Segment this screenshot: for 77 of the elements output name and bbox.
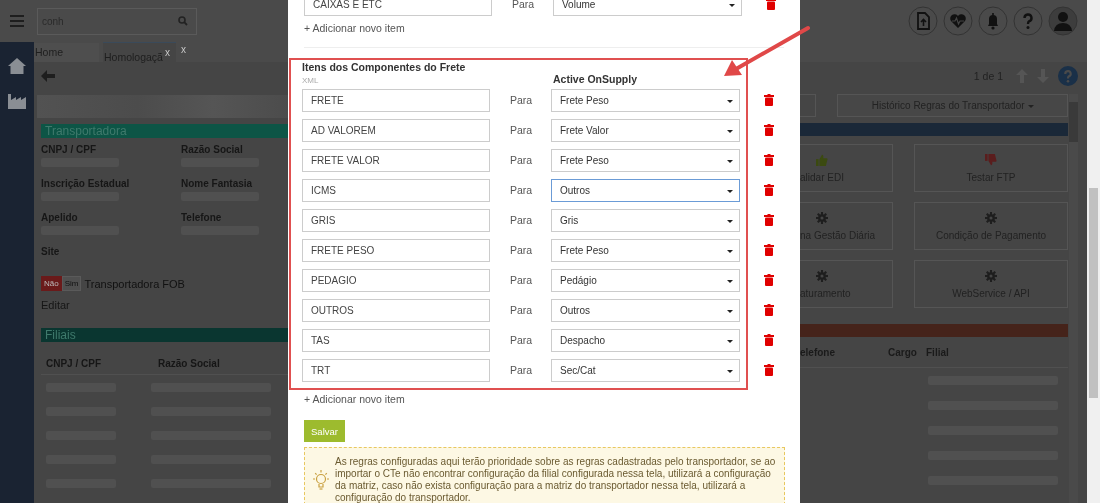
input-field[interactable]: TRT xyxy=(302,358,490,382)
scrollbar[interactable] xyxy=(1087,0,1100,503)
trash-icon[interactable] xyxy=(764,154,774,166)
section-title: Itens dos Componentes do Frete xyxy=(302,61,467,73)
trash-icon[interactable] xyxy=(764,364,774,376)
select-field[interactable]: Frete Valor xyxy=(551,118,740,142)
trash-icon[interactable] xyxy=(766,0,776,10)
trash-icon[interactable] xyxy=(764,304,774,316)
toggle-option[interactable]: Não xyxy=(41,276,62,291)
trash-icon[interactable] xyxy=(764,274,774,286)
para-label: Para xyxy=(509,274,534,286)
trash-icon[interactable] xyxy=(764,334,774,346)
select-field[interactable]: Pedágio xyxy=(551,268,740,292)
add-item-link[interactable]: + Adicionar novo item xyxy=(304,393,800,405)
gear-icon xyxy=(816,269,828,282)
para-label: Para xyxy=(509,124,534,136)
home-icon[interactable] xyxy=(7,57,27,75)
caret-icon xyxy=(727,339,733,343)
column-label: Active OnSupply xyxy=(553,73,637,85)
input-field[interactable]: CAIXAS E ETC xyxy=(304,0,492,16)
para-label: Para xyxy=(511,0,536,10)
select-field[interactable]: Frete Peso xyxy=(551,88,740,112)
caret-icon xyxy=(727,99,733,103)
para-label: Para xyxy=(509,154,534,166)
input-field[interactable]: ICMS xyxy=(302,178,490,202)
para-label: Para xyxy=(509,244,534,256)
input-field[interactable]: FRETE VALOR xyxy=(302,148,490,172)
para-label: Para xyxy=(509,334,534,346)
select-field[interactable]: Frete Peso xyxy=(551,238,740,262)
input-field[interactable]: AD VALOREM xyxy=(302,118,490,142)
trash-icon[interactable] xyxy=(764,214,774,226)
caret-icon xyxy=(727,129,733,133)
factory-icon[interactable] xyxy=(7,92,27,110)
scrollbar[interactable] xyxy=(1069,94,1078,503)
add-item-link[interactable]: + Adicionar novo item xyxy=(304,22,800,34)
gear-icon xyxy=(985,269,997,282)
select-field[interactable]: Outros xyxy=(551,298,740,322)
trash-icon[interactable] xyxy=(764,124,774,136)
trash-icon[interactable] xyxy=(764,184,774,196)
input-field[interactable]: OUTROS xyxy=(302,298,490,322)
para-label: Para xyxy=(509,304,534,316)
para-label: Para xyxy=(509,94,534,106)
section-header: Filiais xyxy=(41,328,288,342)
para-label: Para xyxy=(509,214,534,226)
caret-icon xyxy=(727,369,733,373)
caret-icon xyxy=(727,159,733,163)
select-field[interactable]: Outros xyxy=(551,178,740,202)
thumbs-up-icon xyxy=(816,153,828,166)
caret-icon xyxy=(727,309,733,313)
caret-icon xyxy=(729,3,735,7)
caret-icon xyxy=(1027,104,1034,108)
column-label: XML xyxy=(302,76,320,85)
input-field[interactable]: GRIS xyxy=(302,208,490,232)
select-field[interactable]: Frete Peso xyxy=(551,148,740,172)
close-tab-icon[interactable]: x xyxy=(181,44,186,55)
gear-icon xyxy=(985,211,997,224)
select-field[interactable]: Sec/Cat xyxy=(551,358,740,382)
notice-text: As regras configuradas aqui terão prioridade sobre as regras cadastradas pelo transportador, se ao importar o CTe não encontrar configuração da filial configurada nessa tela, utilizará a configuração da matriz, caso não exista configuração para a matriz do transportador nessa tela, utilizará a configuração do transportador. xyxy=(335,456,777,503)
input-field[interactable]: FRETE xyxy=(302,88,490,112)
lightbulb-icon xyxy=(311,469,331,491)
gear-icon xyxy=(816,211,828,224)
input-field[interactable]: TAS xyxy=(302,328,490,352)
caret-icon xyxy=(727,189,733,193)
select-field[interactable]: Gris xyxy=(551,208,740,232)
select-field[interactable]: Despacho xyxy=(551,328,740,352)
thumbs-down-icon xyxy=(985,153,997,166)
para-label: Para xyxy=(509,184,534,196)
button-stub xyxy=(800,94,817,117)
input-field[interactable]: PEDAGIO xyxy=(302,268,490,292)
caret-icon xyxy=(727,219,733,223)
trash-icon[interactable] xyxy=(764,94,774,106)
caret-icon xyxy=(727,279,733,283)
caret-icon xyxy=(727,249,733,253)
para-label: Para xyxy=(509,364,534,376)
trash-icon[interactable] xyxy=(764,244,774,256)
select-field[interactable]: Volume xyxy=(553,0,742,16)
input-field[interactable]: FRETE PESO xyxy=(302,238,490,262)
